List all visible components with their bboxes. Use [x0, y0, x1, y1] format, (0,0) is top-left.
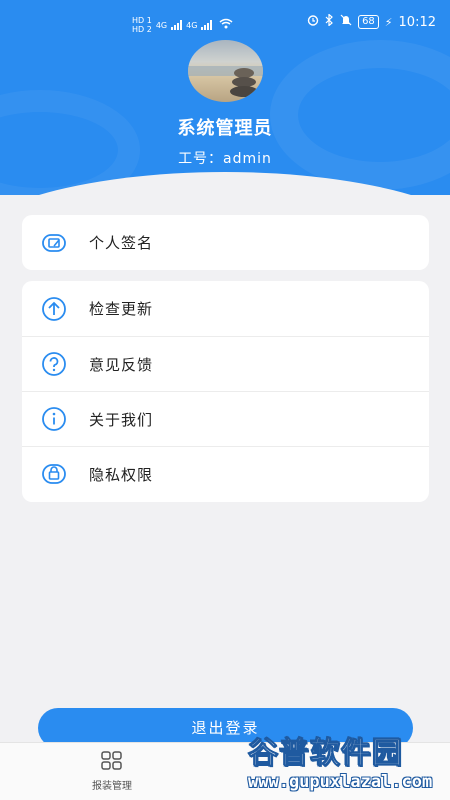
tab-label: 报装管理 [92, 781, 132, 792]
battery-indicator: 68 [358, 15, 379, 29]
menu-item-label: 关于我们 [89, 410, 154, 429]
network2-label: 4G [186, 20, 198, 30]
sim1-label: HD 1 [132, 16, 152, 25]
tab-install-management[interactable]: 报装管理 [82, 751, 142, 792]
signal2-icon [201, 20, 213, 30]
menu-item-about[interactable]: 关于我们 [22, 391, 429, 446]
watermark: 谷普软件园 www.gupuxlazal.com [248, 728, 448, 798]
lock-icon [40, 460, 68, 488]
question-circle-icon [40, 350, 68, 378]
alarm-icon [307, 14, 319, 30]
signature-card: 个人签名 [22, 215, 429, 270]
bluetooth-icon [325, 13, 334, 30]
menu-item-privacy[interactable]: 隐私权限 [22, 446, 429, 501]
menu-item-label: 检查更新 [89, 300, 154, 318]
sim2-label: HD 2 [132, 25, 152, 34]
avatar[interactable] [188, 40, 263, 102]
settings-card: 检查更新 意见反馈 关于我们 隐私权限 [22, 281, 429, 502]
signal1-icon [171, 20, 183, 30]
watermark-url: www.gupuxlazal.com [248, 772, 433, 792]
signature-icon [40, 229, 68, 257]
wifi-icon [219, 18, 233, 32]
menu-item-signature[interactable]: 个人签名 [22, 215, 429, 270]
arrow-up-circle-icon [40, 295, 68, 323]
menu-item-feedback[interactable]: 意见反馈 [22, 336, 429, 391]
charging-icon: ⚡ [384, 15, 393, 29]
mute-icon [340, 14, 352, 30]
menu-item-check-update[interactable]: 检查更新 [22, 281, 429, 336]
network1-label: 4G [155, 20, 168, 30]
user-name: 系统管理员 [177, 118, 273, 139]
menu-item-label: 个人签名 [89, 234, 154, 252]
menu-item-label: 意见反馈 [89, 355, 154, 374]
clock-time: 10:12 [398, 14, 436, 30]
sim-indicators: HD 1 HD 2 [132, 16, 152, 34]
status-bar: HD 1 HD 2 4G 4G 68 ⚡ 10:12 [0, 13, 450, 40]
watermark-title: 谷普软件园 [248, 736, 403, 772]
employee-number: 工号：admin [178, 151, 272, 167]
menu-item-label: 隐私权限 [89, 465, 154, 484]
grid-icon [101, 751, 123, 775]
info-circle-icon [40, 405, 68, 433]
